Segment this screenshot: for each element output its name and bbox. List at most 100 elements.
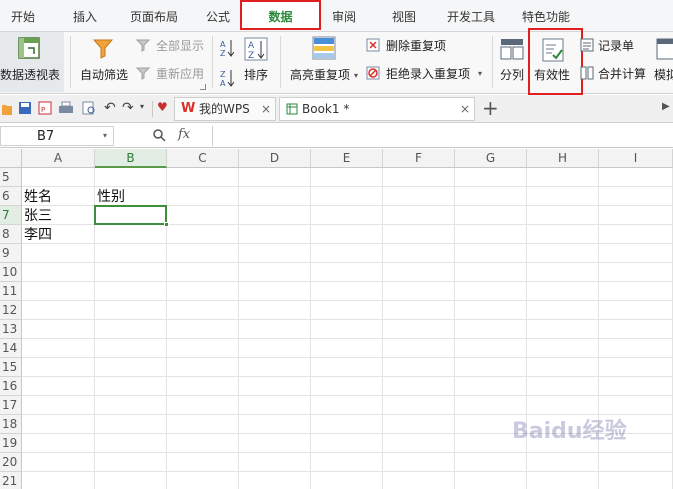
tab-start[interactable]: 开始 <box>0 0 46 32</box>
customize-toolbar-icon[interactable]: ▾ <box>140 102 144 111</box>
row-header-9[interactable]: 9 <box>0 244 22 263</box>
sort-button[interactable]: A Z 排序 <box>240 32 274 92</box>
save-icon[interactable] <box>18 101 32 115</box>
close-icon[interactable]: × <box>460 98 470 120</box>
column-header-a[interactable]: A <box>22 149 95 168</box>
column-header-c[interactable]: C <box>167 149 239 168</box>
row-header-19[interactable]: 19 <box>0 434 22 453</box>
name-box[interactable]: B7 ▾ <box>0 126 114 146</box>
tab-formula[interactable]: 公式 <box>196 0 240 32</box>
column-header-g[interactable]: G <box>455 149 527 168</box>
tab-page-layout[interactable]: 页面布局 <box>120 0 188 32</box>
simulate-label: 模拟 <box>654 68 673 82</box>
simulate-button[interactable]: 模拟 <box>652 32 673 92</box>
doc-tab-label: 我的WPS <box>199 102 250 116</box>
close-icon[interactable]: × <box>261 98 271 120</box>
chevron-down-icon[interactable]: ▾ <box>103 131 107 140</box>
record-form-button[interactable]: 记录单 <box>580 36 642 54</box>
tab-view[interactable]: 视图 <box>382 0 426 32</box>
simulate-analysis-icon <box>656 38 673 60</box>
reapply-button[interactable]: 重新应用 <box>136 64 208 82</box>
row-header-7[interactable]: 7 <box>0 206 22 225</box>
row-header-14[interactable]: 14 <box>0 339 22 358</box>
pivot-table-button[interactable]: 数据透视表 <box>0 32 64 92</box>
gridline-vertical <box>310 168 311 489</box>
chevron-down-icon: ▾ <box>354 71 359 80</box>
split-column-button[interactable]: 分列 <box>496 32 528 92</box>
row-header-20[interactable]: 20 <box>0 453 22 472</box>
row-header-13[interactable]: 13 <box>0 320 22 339</box>
dialog-launcher-icon[interactable] <box>200 84 206 90</box>
reject-duplicates-button[interactable]: 拒绝录入重复项 ▾ <box>366 64 486 82</box>
baidu-watermark: Baidu经验 <box>512 419 627 444</box>
tab-data[interactable]: 数据 <box>240 0 321 30</box>
zoom-search-icon[interactable] <box>152 128 166 142</box>
cell-a6[interactable]: 姓名 <box>24 187 52 206</box>
function-fx-icon[interactable]: fx <box>178 127 190 142</box>
column-header-d[interactable]: D <box>239 149 311 168</box>
column-header-e[interactable]: E <box>311 149 383 168</box>
formula-input[interactable] <box>212 126 673 146</box>
row-header-18[interactable]: 18 <box>0 415 22 434</box>
tab-developer[interactable]: 开发工具 <box>440 0 502 32</box>
gridline-horizontal <box>22 262 673 263</box>
fill-handle[interactable] <box>164 222 169 227</box>
gridline-horizontal <box>22 376 673 377</box>
tab-review[interactable]: 审阅 <box>322 0 366 32</box>
highlight-duplicates-button[interactable]: 高亮重复项 ▾ <box>286 32 362 92</box>
ribbon-divider <box>280 36 281 88</box>
cell-a8[interactable]: 李四 <box>24 225 52 244</box>
column-header-i[interactable]: I <box>599 149 673 168</box>
row-header-21[interactable]: 21 <box>0 472 22 489</box>
sort-icon: A Z <box>244 37 268 61</box>
gridline-horizontal <box>22 243 673 244</box>
svg-text:Z: Z <box>220 49 226 58</box>
row-header-16[interactable]: 16 <box>0 377 22 396</box>
remove-duplicates-button[interactable]: 删除重复项 <box>366 36 486 54</box>
row-header-12[interactable]: 12 <box>0 301 22 320</box>
tab-insert[interactable]: 插入 <box>60 0 110 32</box>
gridline-vertical <box>382 168 383 489</box>
export-pdf-icon[interactable]: P <box>38 101 52 115</box>
new-tab-plus-icon[interactable]: + <box>482 96 499 120</box>
print-icon[interactable] <box>58 101 74 115</box>
row-header-5[interactable]: 5 <box>0 168 22 187</box>
cell-b6[interactable]: 性别 <box>97 187 125 206</box>
undo-icon[interactable]: ↶ <box>104 100 116 116</box>
split-column-label: 分列 <box>500 68 525 82</box>
print-preview-icon[interactable] <box>82 101 96 115</box>
redo-icon[interactable]: ↷ <box>122 100 134 116</box>
gridline-vertical <box>454 168 455 489</box>
show-all-button[interactable]: 全部显示 <box>136 36 208 54</box>
doc-tab-my-wps[interactable]: W 我的WPS × <box>174 97 276 121</box>
open-folder-icon[interactable] <box>2 102 12 116</box>
spreadsheet-grid[interactable]: ABCDEFGHI 5 6 7 8 9 10 11 12 13 14 15 16 17 18 19 20 21 … <box>0 149 673 489</box>
doc-tab-book1[interactable]: Book1 * × <box>279 97 475 121</box>
row-header-11[interactable]: 11 <box>0 282 22 301</box>
tab-scroll-right-icon[interactable]: ▶ <box>662 101 670 112</box>
gridline-horizontal <box>22 319 673 320</box>
formula-bar: B7 ▾ fx <box>0 124 673 148</box>
sort-descending-icon[interactable]: Z A <box>220 68 234 88</box>
cell-a7[interactable]: 张三 <box>24 206 52 225</box>
svg-text:A: A <box>220 40 226 49</box>
auto-filter-button[interactable]: 自动筛选 <box>78 32 130 92</box>
row-header-15[interactable]: 15 <box>0 358 22 377</box>
consolidate-button[interactable]: 合并计算 <box>580 64 652 82</box>
row-header-6[interactable]: 6 <box>0 187 22 206</box>
column-header-f[interactable]: F <box>383 149 455 168</box>
sort-ascending-icon[interactable]: A Z <box>220 38 234 58</box>
row-header-8[interactable]: 8 <box>0 225 22 244</box>
record-form-label: 记录单 <box>598 39 635 53</box>
select-all-corner[interactable] <box>0 149 22 168</box>
row-header-10[interactable]: 10 <box>0 263 22 282</box>
gridline-horizontal <box>22 281 673 282</box>
tab-list-icon[interactable]: ♥ <box>157 100 168 114</box>
pivot-table-label: 数据透视表 <box>0 68 61 82</box>
remove-duplicates-icon <box>366 38 380 52</box>
column-header-h[interactable]: H <box>527 149 599 168</box>
row-header-17[interactable]: 17 <box>0 396 22 415</box>
column-header-b[interactable]: B <box>95 149 167 168</box>
wps-logo-icon: W <box>181 101 196 116</box>
highlight-duplicates-label: 高亮重复项 <box>290 68 351 82</box>
